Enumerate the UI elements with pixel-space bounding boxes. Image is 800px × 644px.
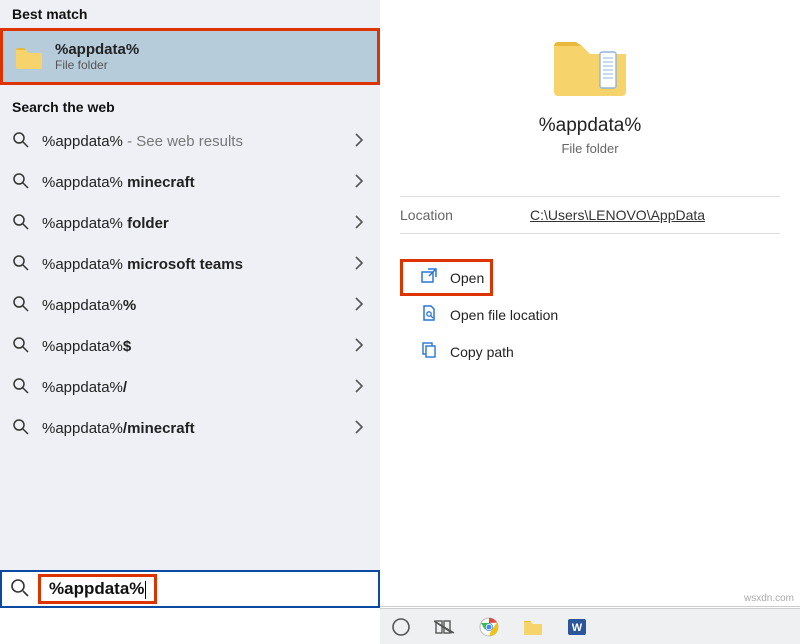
copy-icon: [420, 341, 438, 362]
open-icon: [420, 267, 438, 288]
open-label: Open: [450, 270, 484, 286]
chevron-right-icon[interactable]: [350, 297, 368, 314]
search-icon: [12, 131, 30, 152]
copy-path-action[interactable]: Copy path: [400, 333, 780, 370]
web-result-text: %appdata%/minecraft: [42, 420, 338, 437]
search-input[interactable]: %appdata%: [38, 574, 157, 604]
web-result-text: %appdata% microsoft teams: [42, 256, 338, 273]
chrome-icon[interactable]: [478, 616, 500, 638]
folder-icon: [15, 45, 43, 69]
web-result-item[interactable]: %appdata% minecraft: [0, 162, 380, 203]
open-file-location-label: Open file location: [450, 307, 558, 323]
web-result-item[interactable]: %appdata% - See web results: [0, 121, 380, 162]
chevron-right-icon[interactable]: [350, 379, 368, 396]
chevron-right-icon[interactable]: [350, 420, 368, 437]
search-icon: [12, 336, 30, 357]
word-icon[interactable]: W: [566, 616, 588, 638]
file-explorer-icon[interactable]: [522, 616, 544, 638]
chevron-right-icon[interactable]: [350, 338, 368, 355]
cortana-icon[interactable]: [390, 616, 412, 638]
search-icon: [12, 295, 30, 316]
search-icon: [12, 377, 30, 398]
web-result-item[interactable]: %appdata%%: [0, 285, 380, 326]
web-result-item[interactable]: %appdata% folder: [0, 203, 380, 244]
folder-large-icon: [400, 30, 780, 103]
chevron-right-icon[interactable]: [350, 256, 368, 273]
details-subtitle: File folder: [400, 141, 780, 156]
taskbar: W: [380, 608, 800, 644]
details-title: %appdata%: [400, 115, 780, 137]
chevron-right-icon[interactable]: [350, 174, 368, 191]
web-result-text: %appdata% folder: [42, 215, 338, 232]
actions-list: Open Open file location Copy path: [400, 259, 780, 370]
location-value[interactable]: C:\Users\LENOVO\AppData: [530, 207, 705, 223]
location-row: Location C:\Users\LENOVO\AppData: [400, 196, 780, 234]
web-result-text: %appdata%%: [42, 297, 338, 314]
best-match-title: %appdata%: [55, 41, 139, 58]
location-label: Location: [400, 207, 530, 223]
web-result-item[interactable]: %appdata%/: [0, 367, 380, 408]
copy-path-label: Copy path: [450, 344, 514, 360]
chevron-right-icon[interactable]: [350, 215, 368, 232]
open-action[interactable]: Open: [400, 259, 493, 296]
watermark: wsxdn.com: [744, 593, 794, 604]
search-icon: [12, 254, 30, 275]
search-icon: [12, 418, 30, 439]
best-match-item[interactable]: %appdata% File folder: [0, 28, 380, 85]
best-match-subtitle: File folder: [55, 58, 139, 72]
search-icon: [12, 172, 30, 193]
svg-text:W: W: [572, 622, 583, 634]
search-icon: [10, 578, 30, 601]
web-result-text: %appdata%$: [42, 338, 338, 355]
web-result-text: %appdata% - See web results: [42, 133, 338, 150]
file-location-icon: [420, 304, 438, 325]
search-results-panel: Best match %appdata% File folder Search …: [0, 0, 380, 606]
web-result-text: %appdata% minecraft: [42, 174, 338, 191]
open-file-location-action[interactable]: Open file location: [400, 296, 780, 333]
best-match-header: Best match: [0, 0, 380, 28]
web-result-item[interactable]: %appdata%/minecraft: [0, 408, 380, 449]
web-result-item[interactable]: %appdata% microsoft teams: [0, 244, 380, 285]
task-view-icon[interactable]: [434, 616, 456, 638]
web-result-item[interactable]: %appdata%$: [0, 326, 380, 367]
search-the-web-header: Search the web: [0, 93, 380, 121]
chevron-right-icon[interactable]: [350, 133, 368, 150]
search-icon: [12, 213, 30, 234]
web-results-list: %appdata% - See web results %appdata% min…: [0, 121, 380, 606]
details-panel: %appdata% File folder Location C:\Users\…: [380, 0, 800, 606]
web-result-text: %appdata%/: [42, 379, 338, 396]
search-bar[interactable]: %appdata%: [0, 570, 380, 608]
